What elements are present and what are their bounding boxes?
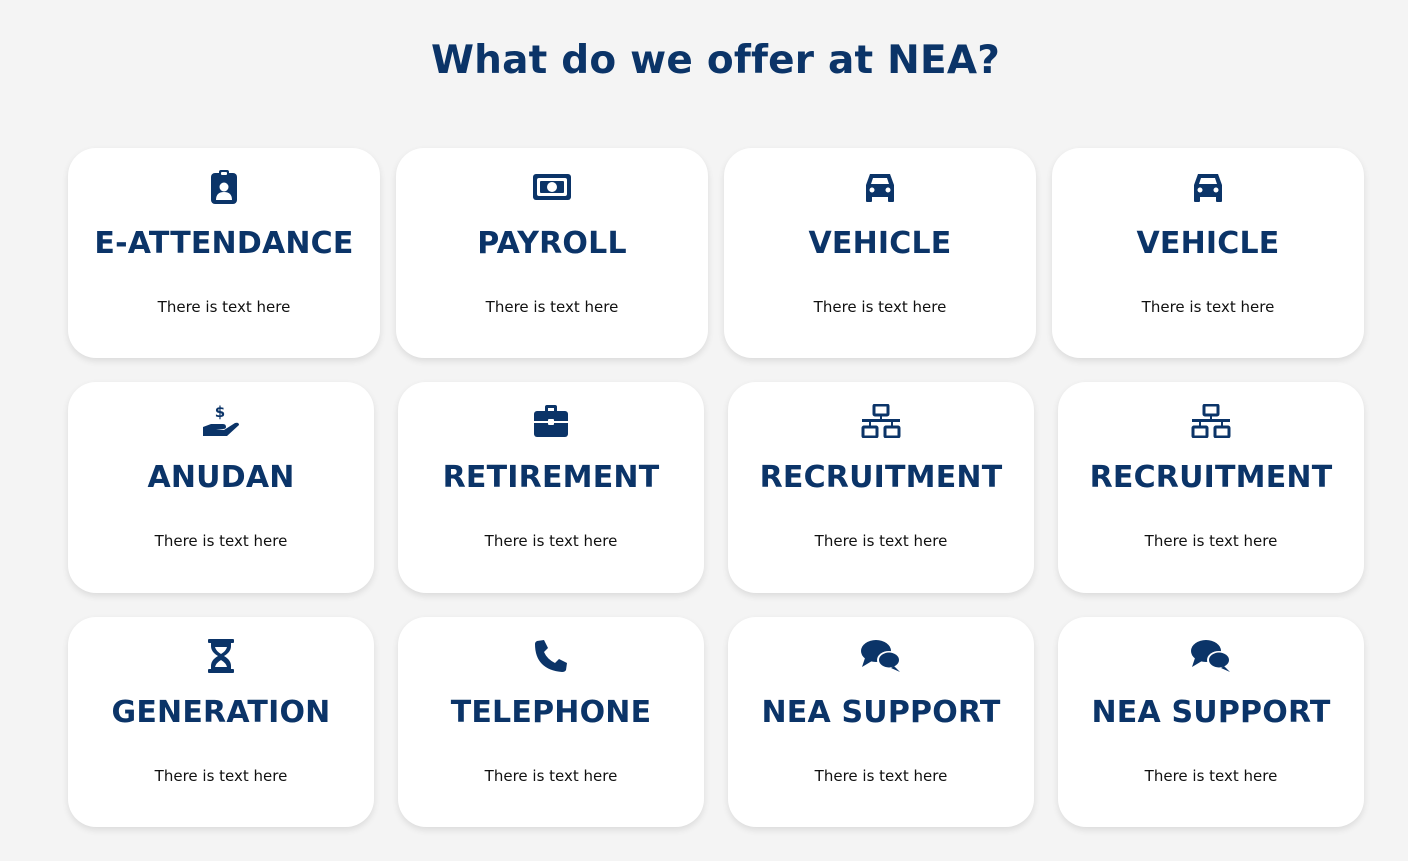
- service-card-generation[interactable]: GENERATION There is text here: [68, 617, 374, 827]
- id-badge-icon: [68, 168, 380, 206]
- service-name: RECRUITMENT: [759, 460, 1003, 495]
- money-bill-icon: [396, 168, 708, 206]
- network-icon: [728, 402, 1034, 440]
- service-card-vehicle[interactable]: VEHICLE There is text here: [724, 148, 1036, 358]
- service-description: There is text here: [157, 298, 291, 316]
- service-description: There is text here: [485, 298, 619, 316]
- service-description: There is text here: [813, 298, 947, 316]
- service-card-retirement[interactable]: RETIREMENT There is text here: [398, 382, 704, 593]
- service-card-telephone[interactable]: TELEPHONE There is text here: [398, 617, 704, 827]
- service-description: There is text here: [1141, 298, 1275, 316]
- service-description: There is text here: [814, 532, 948, 550]
- hand-holding-dollar-icon: $: [68, 402, 374, 440]
- service-name: VEHICLE: [808, 226, 952, 261]
- service-description: There is text here: [1144, 767, 1278, 785]
- car-icon: [724, 168, 1036, 206]
- service-name: E-ATTENDANCE: [94, 226, 354, 261]
- service-card-nea-support[interactable]: NEA SUPPORT There is text here: [728, 617, 1034, 827]
- service-card-recruitment[interactable]: RECRUITMENT There is text here: [728, 382, 1034, 593]
- service-name: PAYROLL: [477, 226, 627, 261]
- network-icon: [1058, 402, 1364, 440]
- service-description: There is text here: [154, 532, 288, 550]
- service-card-nea-support[interactable]: NEA SUPPORT There is text here: [1058, 617, 1364, 827]
- service-description: There is text here: [154, 767, 288, 785]
- comments-icon: [1058, 637, 1364, 675]
- service-card-recruitment[interactable]: RECRUITMENT There is text here: [1058, 382, 1364, 593]
- service-name: GENERATION: [111, 695, 331, 730]
- service-name: RECRUITMENT: [1089, 460, 1333, 495]
- hourglass-icon: [68, 637, 374, 675]
- service-card-e-attendance[interactable]: E-ATTENDANCE There is text here: [68, 148, 380, 358]
- page-title: What do we offer at NEA?: [430, 38, 1001, 83]
- service-description: There is text here: [484, 532, 618, 550]
- service-name: TELEPHONE: [450, 695, 652, 730]
- service-name: NEA SUPPORT: [1091, 695, 1331, 730]
- service-description: There is text here: [1144, 532, 1278, 550]
- comments-icon: [728, 637, 1034, 675]
- phone-icon: [398, 637, 704, 675]
- service-description: There is text here: [814, 767, 948, 785]
- service-card-vehicle[interactable]: VEHICLE There is text here: [1052, 148, 1364, 358]
- service-name: VEHICLE: [1136, 226, 1280, 261]
- service-description: There is text here: [484, 767, 618, 785]
- briefcase-icon: [398, 402, 704, 440]
- svg-text:$: $: [215, 403, 225, 421]
- service-card-anudan[interactable]: $ ANUDAN There is text here: [68, 382, 374, 593]
- service-name: NEA SUPPORT: [761, 695, 1001, 730]
- service-name: RETIREMENT: [442, 460, 660, 495]
- car-icon: [1052, 168, 1364, 206]
- service-card-payroll[interactable]: PAYROLL There is text here: [396, 148, 708, 358]
- service-name: ANUDAN: [147, 460, 295, 495]
